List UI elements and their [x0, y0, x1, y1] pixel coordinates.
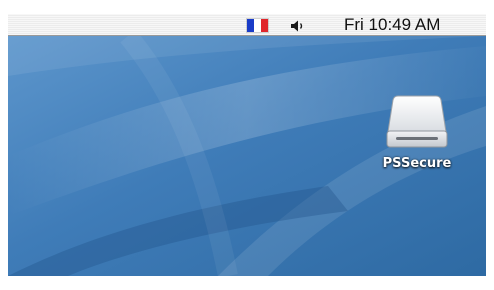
- desktop-volume-pssecure[interactable]: PSSecure: [373, 92, 461, 172]
- menu-bar-clock[interactable]: Fri 10:49 AM: [344, 16, 440, 34]
- flag-white-stripe: [254, 19, 261, 32]
- desktop[interactable]: PSSecure: [8, 36, 486, 276]
- external-drive-icon: [386, 95, 448, 148]
- input-menu-flag-icon[interactable]: [247, 19, 268, 32]
- speaker-icon[interactable]: [290, 19, 306, 33]
- volume-label: PSSecure: [382, 156, 452, 171]
- flag-red-stripe: [261, 19, 268, 32]
- screen: Fri 10:49 AM PSSecure: [8, 14, 486, 276]
- menu-bar: Fri 10:49 AM: [8, 14, 486, 36]
- flag-blue-stripe: [247, 19, 254, 32]
